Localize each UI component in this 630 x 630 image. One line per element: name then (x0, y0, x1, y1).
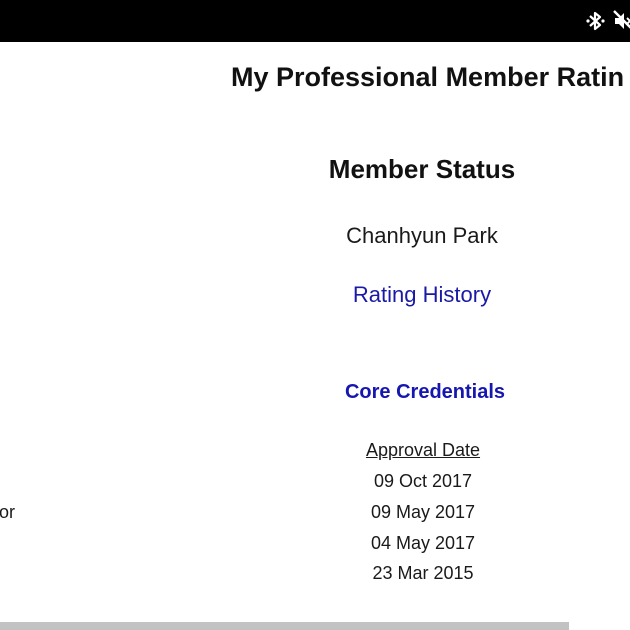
status-icons (586, 9, 630, 33)
status-bar (0, 0, 630, 42)
rating-history-link[interactable]: Rating History (353, 282, 491, 308)
approval-date-cell: 04 May 2017 (370, 533, 476, 553)
page-title: My Professional Member Ratin (231, 62, 625, 92)
page-content: My Professional Member Ratin Member Stat… (0, 42, 630, 630)
approval-date-cell: 09 Oct 2017 (373, 471, 473, 491)
approval-date-column-header: Approval Date (365, 440, 481, 460)
core-credentials-heading[interactable]: Core Credentials (345, 381, 505, 404)
horizontal-scrollbar[interactable] (0, 622, 569, 630)
approval-date-cell: 09 May 2017 (370, 502, 476, 522)
bluetooth-icon (586, 9, 606, 33)
volume-muted-icon (612, 9, 630, 33)
credential-name-fragment: or (0, 502, 16, 522)
member-name: Chanhyun Park (346, 223, 498, 248)
member-status-heading: Member Status (328, 154, 516, 184)
approval-date-cell: 23 Mar 2015 (372, 563, 474, 583)
